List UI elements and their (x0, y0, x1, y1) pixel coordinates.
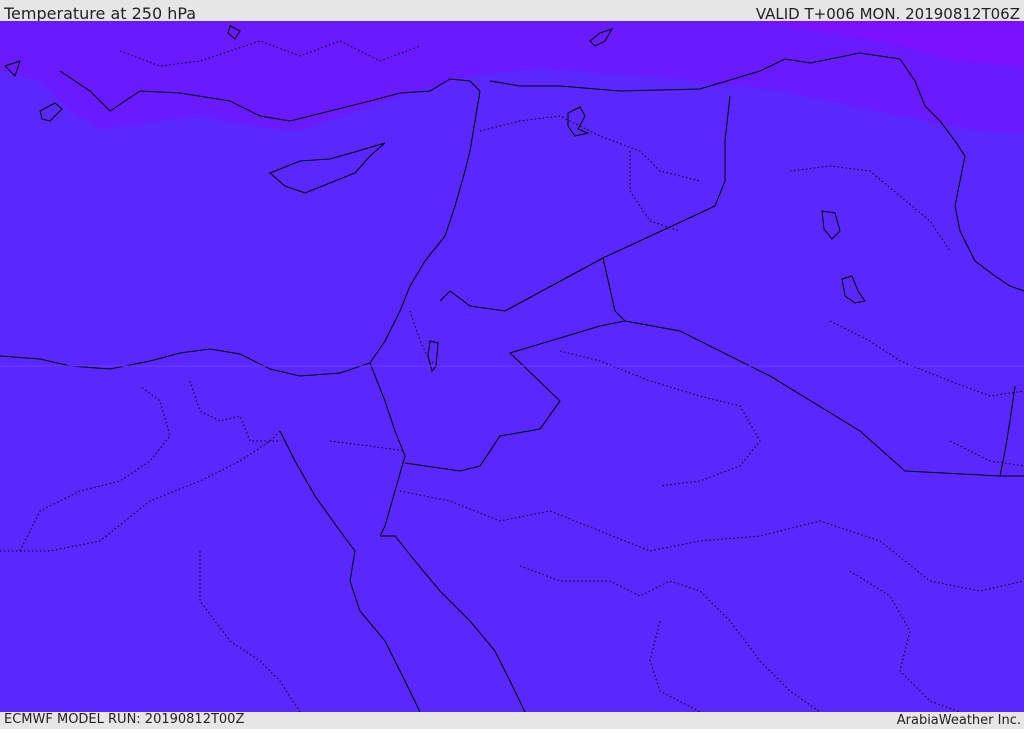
credit-label: ArabiaWeather Inc. (896, 713, 1021, 728)
map-svg (0, 21, 1024, 712)
weather-map (0, 21, 1024, 712)
bottom-bar: ECMWF MODEL RUN: 20190812T00Z ArabiaWeat… (0, 712, 1024, 729)
model-run-label: ECMWF MODEL RUN: 20190812T00Z (4, 712, 245, 727)
top-bar: Temperature at 250 hPa VALID T+006 MON. … (0, 0, 1024, 23)
